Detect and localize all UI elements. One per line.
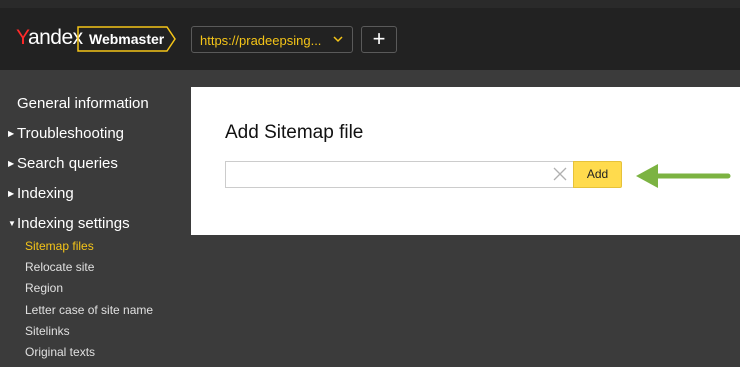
chevron-down-icon [333, 36, 343, 43]
logo-text: andex [27, 26, 83, 49]
site-selector-dropdown[interactable]: https://pradeepsing... [191, 26, 353, 53]
sidebar-item-label: Search queries [17, 155, 118, 172]
sidebar-item-label: Indexing settings [17, 215, 130, 232]
green-arrow-annotation [636, 164, 731, 188]
subitem-sitelinks[interactable]: Sitelinks [25, 324, 70, 338]
logo-letter-y: Y [16, 26, 28, 49]
sidebar-item-indexing[interactable]: ▶ Indexing [8, 185, 74, 202]
subitem-relocate-site[interactable]: Relocate site [25, 260, 94, 274]
caret-right-icon: ▶ [8, 129, 15, 138]
subitem-letter-case[interactable]: Letter case of site name [25, 303, 153, 317]
add-button[interactable]: Add [573, 161, 622, 188]
sidebar-item-label: Indexing [17, 185, 74, 202]
add-site-button[interactable]: + [361, 26, 397, 53]
subitem-original-texts[interactable]: Original texts [25, 345, 95, 359]
caret-right-icon: ▶ [8, 189, 15, 198]
webmaster-label: Webmaster [89, 31, 165, 47]
top-border-strip [0, 0, 740, 8]
yandex-logo[interactable]: Yandex [16, 26, 83, 50]
subitem-sitemap-files[interactable]: Sitemap files [25, 239, 94, 253]
clear-icon[interactable] [552, 166, 568, 182]
sidebar-nav: General information ▶ Troubleshooting ▶ Se… [0, 70, 190, 367]
sidebar-item-general-information[interactable]: General information [17, 95, 149, 112]
sidebar-item-label: General information [17, 95, 149, 112]
sidebar-item-search-queries[interactable]: ▶ Search queries [8, 155, 118, 172]
sitemap-url-input[interactable] [225, 161, 573, 188]
subitem-region[interactable]: Region [25, 281, 63, 295]
page-title: Add Sitemap file [225, 122, 364, 143]
plus-icon: + [372, 26, 386, 51]
caret-right-icon: ▶ [8, 159, 15, 168]
sidebar-item-label: Troubleshooting [17, 125, 125, 142]
caret-down-icon: ▼ [8, 219, 16, 228]
app-header: Yandex Webmaster https://pradeepsing... … [0, 8, 740, 70]
site-url-value: https://pradeepsing... [200, 33, 322, 48]
sidebar-item-indexing-settings[interactable]: ▼Indexing settings [8, 215, 130, 232]
sidebar-item-troubleshooting[interactable]: ▶ Troubleshooting [8, 125, 124, 142]
